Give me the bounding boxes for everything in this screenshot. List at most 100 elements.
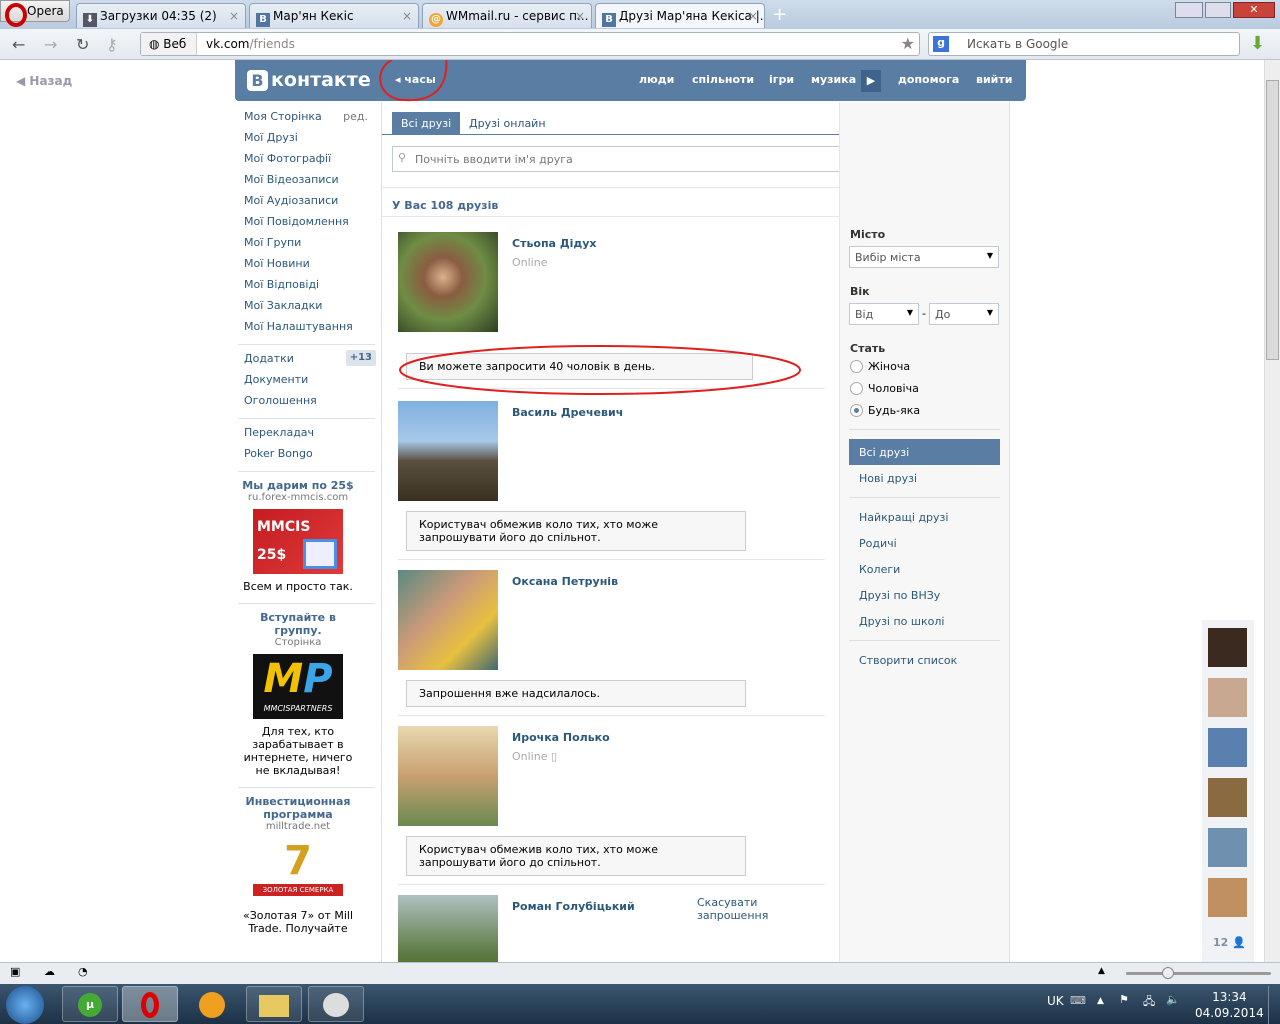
start-button[interactable] [6,986,44,1024]
friend-photo[interactable] [398,570,498,670]
menu-my-friends[interactable]: Мої Друзі [244,131,376,152]
create-list-link[interactable]: Створити список [859,654,957,667]
edit-link[interactable]: ред. [343,110,368,124]
menu-apps[interactable]: Додатки +13 [244,350,376,373]
speed-dial-icon[interactable]: ◔ [78,965,88,978]
explorer-taskbar-icon[interactable] [246,986,302,1022]
nav-communities[interactable]: спільноти [692,73,754,86]
web-badge[interactable]: ◍ Веб [141,33,197,55]
menu-my-videos[interactable]: Мої Відеозаписи [244,173,376,194]
menu-my-photos[interactable]: Мої Фотографії [244,152,376,173]
friend-avatar[interactable] [1208,628,1247,667]
new-tab-button[interactable]: + [772,4,787,25]
tab-profile[interactable]: B Мар'ян Кекіс × [249,3,419,28]
menu-my-news[interactable]: Мої Новини [244,257,376,278]
friend-avatar[interactable] [1208,828,1247,867]
panel-toggle-icon[interactable]: ▣ [10,965,20,978]
close-icon[interactable]: × [748,9,758,23]
zoom-slider[interactable] [1126,967,1271,979]
nav-people[interactable]: люди [639,73,674,86]
online-count[interactable]: 12 👤 [1213,936,1246,949]
play-icon[interactable]: ▶ [861,70,881,92]
nav-help[interactable]: допомога [898,73,959,86]
list-best-friends[interactable]: Найкращі друзі [859,511,948,524]
friend-photo[interactable] [398,895,498,962]
close-icon[interactable]: × [575,9,585,23]
friend-name[interactable]: Стьопа Дідух [512,237,597,250]
back-link[interactable]: ◀ Назад [16,74,72,88]
tab-friends[interactable]: B Друзі Мар'яна Кекіса |... × [595,3,765,28]
list-all-friends[interactable]: Всі друзі [849,439,1000,465]
cloud-icon[interactable]: ☁ [44,965,55,978]
radio-female[interactable]: Жіноча [850,360,910,373]
opera-menu-button[interactable]: Opera [0,0,70,27]
tab-wmmail[interactable]: @ WMmail.ru - сервис п... × [422,3,592,28]
close-icon[interactable]: × [402,9,412,23]
menu-documents[interactable]: Документи [244,373,376,394]
ad-block[interactable]: Мы дарим по 25$ ru.forex-mmcis.com MMCIS… [238,479,358,593]
minimize-button[interactable] [1175,2,1203,18]
friend-avatar[interactable] [1208,778,1247,817]
paint-taskbar-icon[interactable] [308,986,364,1022]
menu-translator[interactable]: Перекладач [244,426,376,447]
friend-avatar[interactable] [1208,678,1247,717]
radio-any[interactable]: Будь-яка [850,404,920,417]
ad-block[interactable]: Инвестиционная программа milltrade.net 7… [238,795,358,935]
nav-games[interactable]: ігри [769,73,794,86]
menu-my-audio[interactable]: Мої Аудіозаписи [244,194,376,215]
tab-all-friends[interactable]: Всі друзі [392,112,461,135]
vk-logo[interactable]: Вконтакте [247,69,371,91]
radio-circle[interactable] [850,360,863,373]
menu-my-messages[interactable]: Мої Повідомлення [244,215,376,236]
menu-poker-bongo[interactable]: Poker Bongo [244,447,376,468]
ad-image-mp[interactable]: MP MMCISPARTNERS [253,654,343,719]
radio-circle-checked[interactable] [850,404,863,417]
tab-downloads[interactable]: ⬇ Загрузки 04:35 (2) × [76,3,246,28]
tray-expand-icon[interactable]: ▲ [1097,996,1104,1006]
age-from-select[interactable]: Від [849,303,919,325]
network-icon[interactable]: 🖧 [1143,993,1155,1012]
list-school[interactable]: Друзі по школі [859,615,944,628]
url-text[interactable]: vk.com/friends [206,37,295,51]
friend-photo[interactable] [398,401,498,501]
city-select[interactable]: Вибір міста [849,246,999,268]
system-clock[interactable]: 13:34 04.09.2014 [1195,989,1264,1021]
nav-music[interactable]: музика [811,73,856,86]
radio-circle[interactable] [850,382,863,395]
clock-link[interactable]: ◂ часы [395,73,436,86]
list-colleagues[interactable]: Колеги [859,563,900,576]
ad-title[interactable]: Инвестиционная программа [238,795,358,821]
zoom-slider-thumb[interactable] [1162,967,1174,979]
action-center-flag-icon[interactable]: ⚑ [1119,993,1129,1006]
ad-image-golden-seven[interactable]: 7 ЗОЛОТАЯ СЕМЕРКА [253,838,343,903]
nav-logout[interactable]: вийти [976,73,1012,86]
menu-my-settings[interactable]: Мої Налаштування [244,320,376,341]
maximize-button[interactable] [1205,2,1231,18]
menu-my-answers[interactable]: Мої Відповіді [244,278,376,299]
keyboard-icon[interactable]: ⌨ [1070,994,1086,1007]
download-arrow-icon[interactable]: ⬇ [1250,33,1265,54]
friend-photo[interactable] [398,726,498,826]
menu-ads[interactable]: Оголошення [244,394,376,415]
close-icon[interactable]: × [229,9,239,23]
friend-avatar[interactable] [1208,728,1247,767]
show-desktop-button[interactable] [1268,986,1280,1024]
ad-image-mmcis[interactable]: MMCIS 25$ [253,509,343,574]
friend-name[interactable]: Оксана Петрунів [512,575,618,588]
friend-name[interactable]: Василь Дречевич [512,406,623,419]
menu-my-groups[interactable]: Мої Групи [244,236,376,257]
volume-icon[interactable]: 🔈 [1166,993,1180,1006]
aimp-taskbar-icon[interactable] [184,986,240,1022]
vertical-scrollbar[interactable] [1264,60,1280,962]
list-relatives[interactable]: Родичі [859,537,897,550]
zoom-arrow-icon[interactable]: ▲ [1098,966,1105,976]
list-university[interactable]: Друзі по ВНЗу [859,589,940,602]
radio-male[interactable]: Чоловіча [850,382,919,395]
bookmark-star-icon[interactable]: ★ [901,34,915,53]
window-controls[interactable]: ✕ [1175,2,1275,20]
back-icon[interactable]: ← [12,35,25,54]
ad-block[interactable]: Вступайте в группу. Сторінка MP MMCISPART… [238,611,358,777]
utorrent-taskbar-icon[interactable]: µ [62,986,118,1022]
scrollbar-thumb[interactable] [1266,80,1279,360]
language-indicator[interactable]: UK [1047,994,1064,1008]
